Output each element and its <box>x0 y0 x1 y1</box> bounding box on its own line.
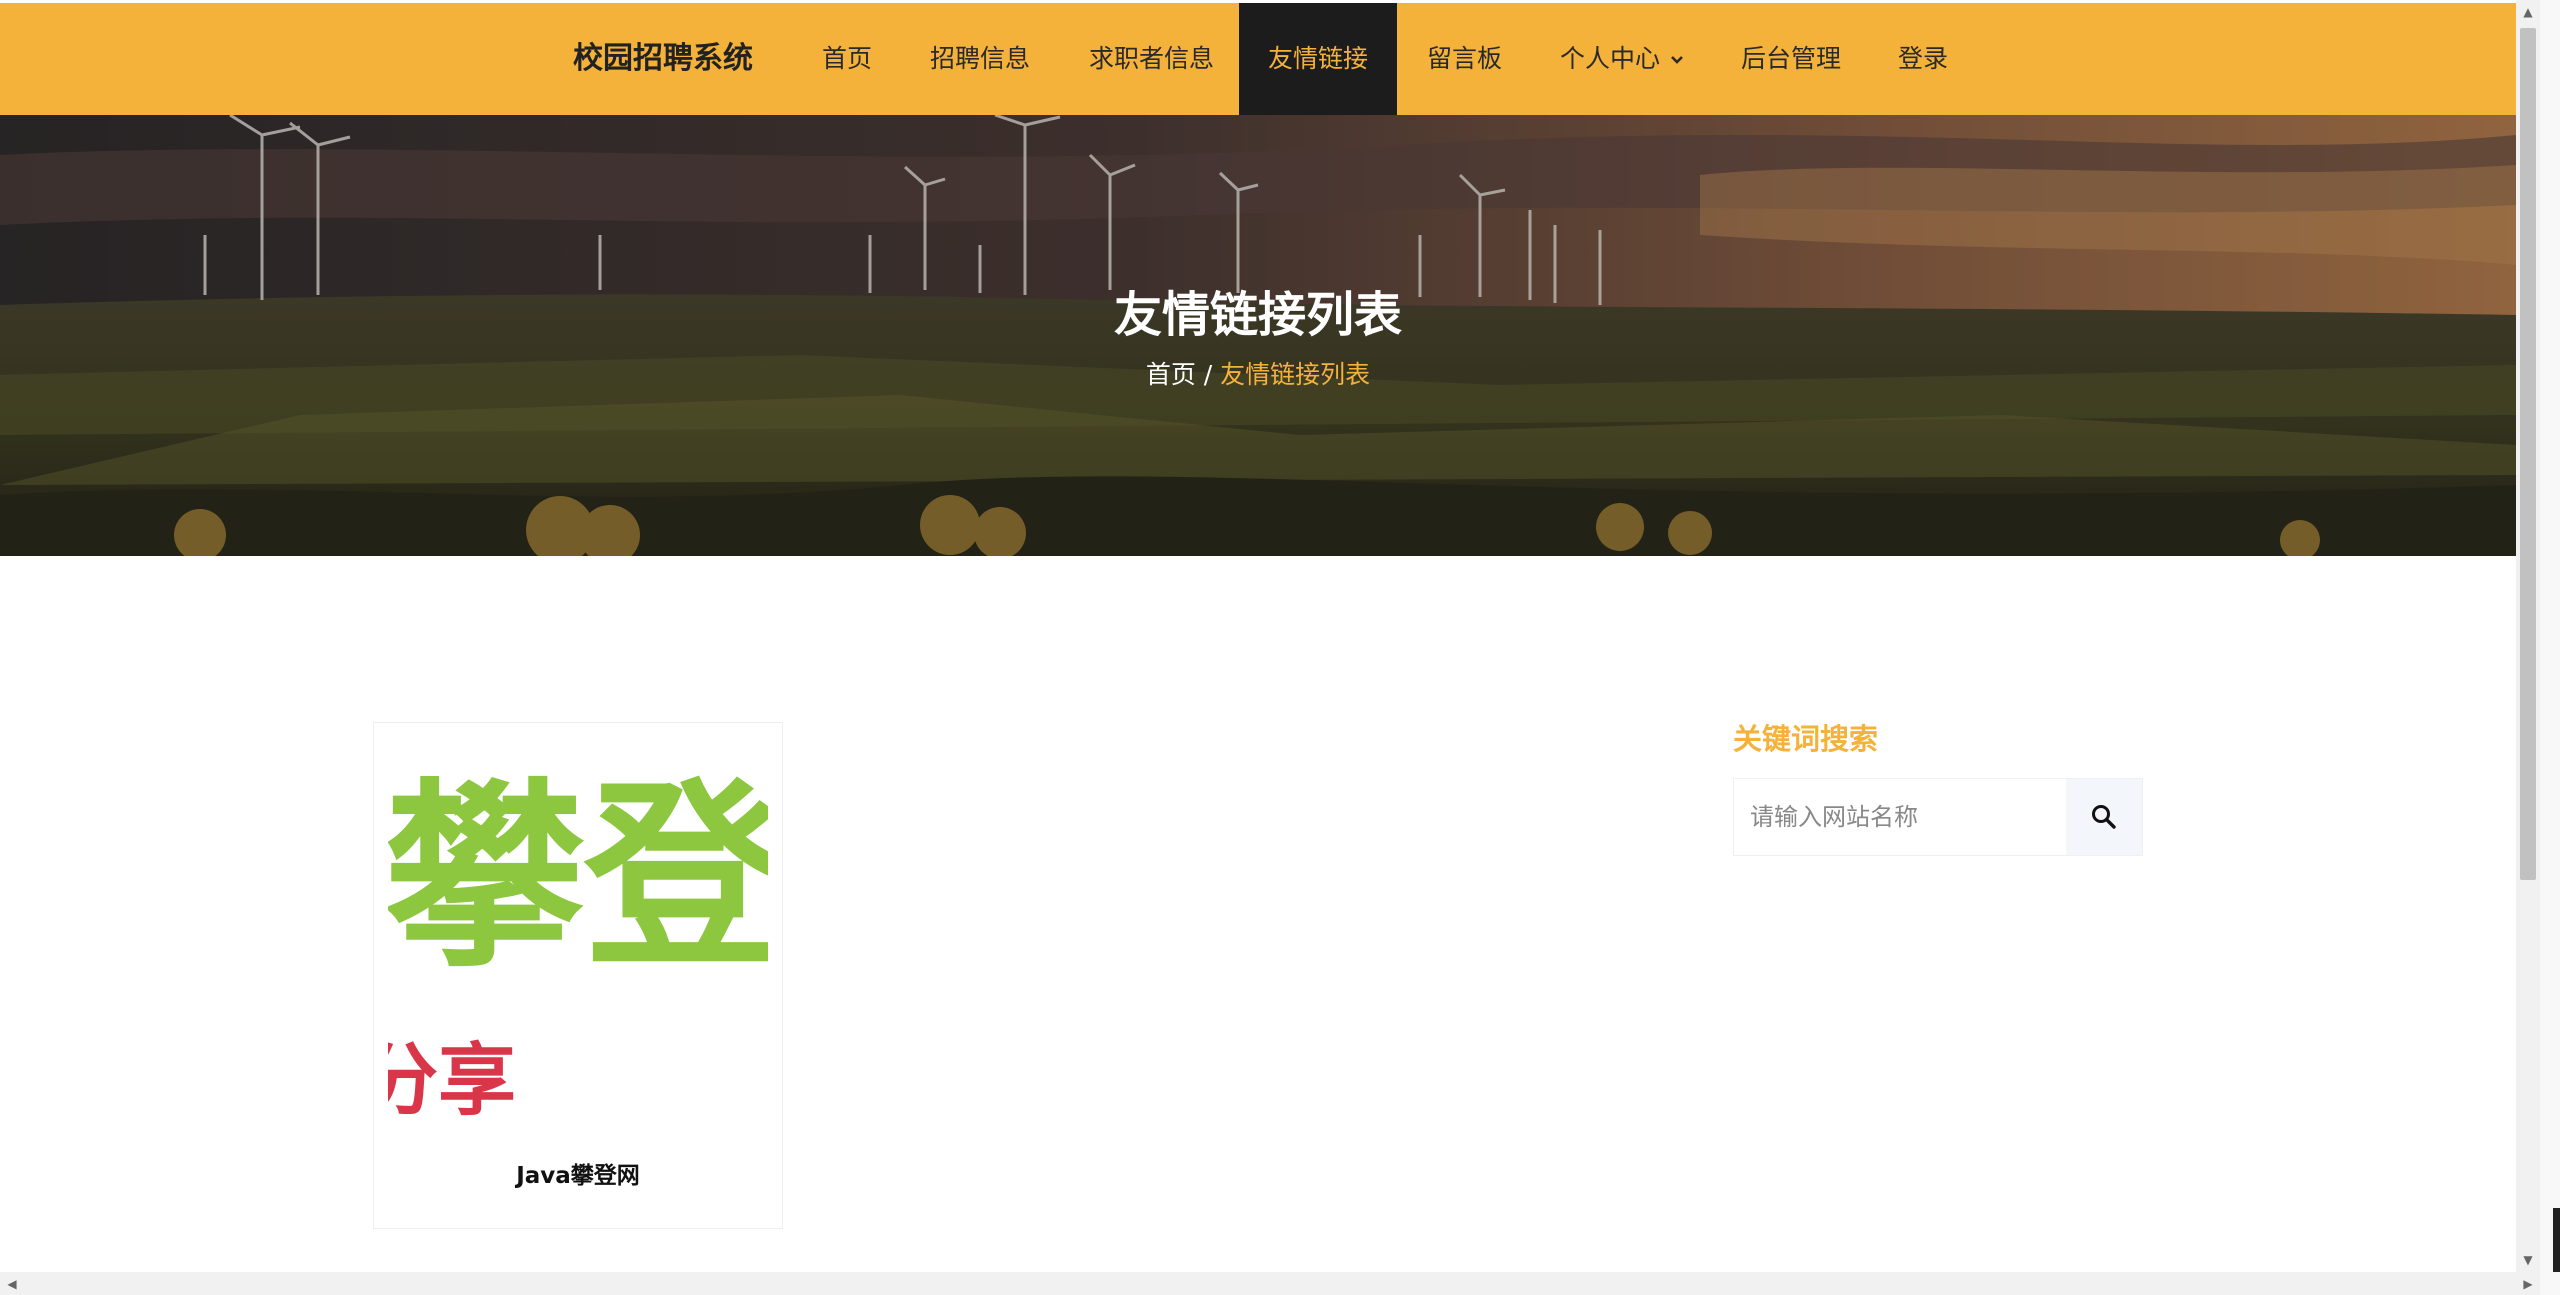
logo-sub-text: 分享 <box>388 1036 516 1126</box>
scroll-up-icon[interactable]: ▲ <box>2516 0 2540 24</box>
page-title: 友情链接列表 <box>1113 287 1402 343</box>
nav-item-login[interactable]: 登录 <box>1898 3 1948 115</box>
scroll-right-icon[interactable]: ▶ <box>2516 1272 2540 1295</box>
scroll-left-icon[interactable]: ◀ <box>0 1272 24 1295</box>
vertical-scrollbar[interactable]: ▲ ▼ <box>2516 0 2540 1272</box>
nav-item-personal-center-label: 个人中心 <box>1560 44 1661 73</box>
window-edge-mark <box>2553 1208 2560 1272</box>
breadcrumb-home[interactable]: 首页 <box>1146 360 1196 389</box>
search-button[interactable] <box>2066 779 2142 855</box>
search-icon <box>2092 805 2116 829</box>
nav-item-jobs[interactable]: 招聘信息 <box>930 3 1030 115</box>
breadcrumb-separator: / <box>1203 360 1213 389</box>
keyword-search-title: 关键词搜索 <box>1733 722 1879 756</box>
chevron-down-icon <box>1670 1 1684 113</box>
horizontal-scrollbar[interactable]: ◀ ▶ <box>0 1272 2540 1295</box>
friend-link-logo[interactable]: 攀登 分享 <box>388 737 768 1147</box>
logo-main-text: 攀登 <box>388 762 768 995</box>
nav-item-admin[interactable]: 后台管理 <box>1741 3 1841 115</box>
breadcrumb-current: 友情链接列表 <box>1220 360 1371 389</box>
vertical-scroll-thumb[interactable] <box>2520 28 2536 880</box>
friend-link-name[interactable]: Java攀登网 <box>374 1156 782 1190</box>
window-edge <box>2540 0 2560 1295</box>
breadcrumb: 首页 / 友情链接列表 <box>0 355 2516 391</box>
nav-item-applicants[interactable]: 求职者信息 <box>1089 3 1214 115</box>
nav-item-personal-center[interactable]: 个人中心 <box>1560 3 1684 115</box>
nav-item-friend-links[interactable]: 友情链接 <box>1239 3 1397 115</box>
hero-banner: 友情链接列表 首页 / 友情链接列表 <box>0 115 2516 556</box>
friend-link-card[interactable]: 攀登 分享 Java攀登网 <box>373 722 783 1229</box>
search-box <box>1733 778 2143 856</box>
page: 校园招聘系统 首页 招聘信息 求职者信息 友情链接 留言板 个人中心 后台管理 … <box>0 0 2516 1272</box>
site-brand[interactable]: 校园招聘系统 <box>573 3 753 115</box>
nav-item-message-board[interactable]: 留言板 <box>1427 3 1502 115</box>
nav-item-home[interactable]: 首页 <box>822 3 872 115</box>
search-input[interactable] <box>1734 779 2067 855</box>
top-navbar: 校园招聘系统 首页 招聘信息 求职者信息 友情链接 留言板 个人中心 后台管理 … <box>0 3 2516 115</box>
scroll-down-icon[interactable]: ▼ <box>2516 1248 2540 1272</box>
